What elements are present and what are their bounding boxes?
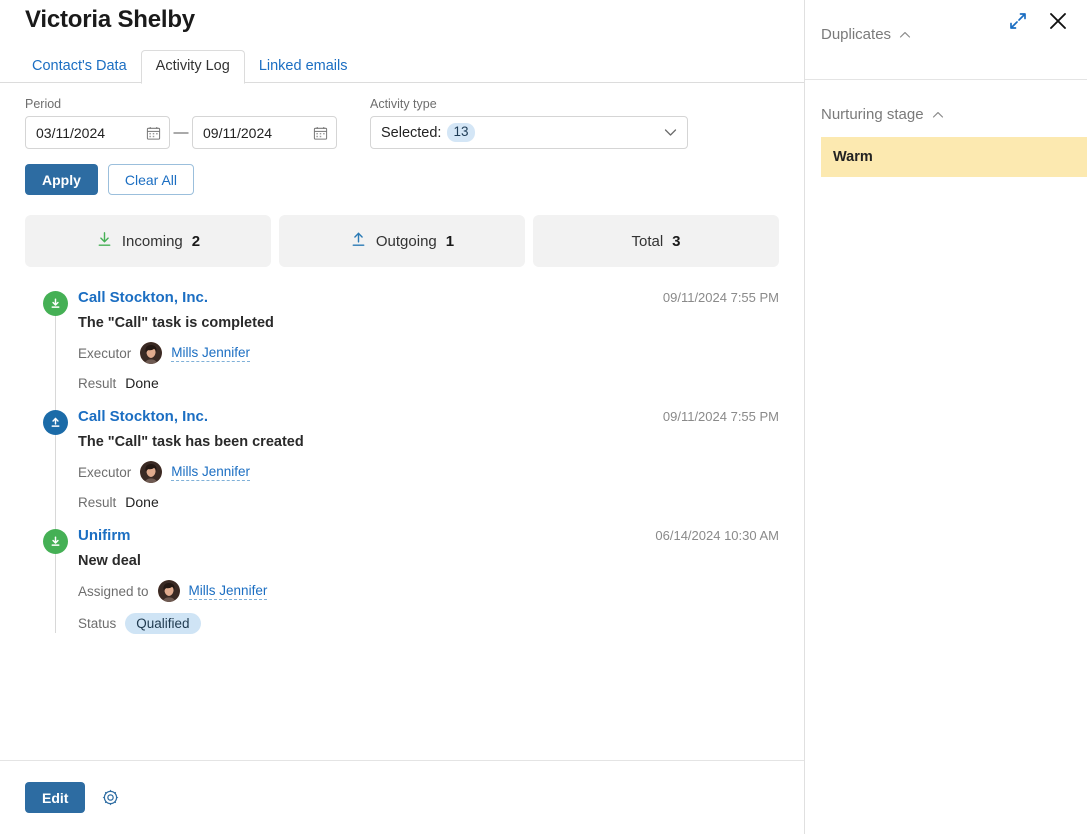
entry-detail-row: Status Qualified (78, 613, 779, 634)
entry-person-row: Assigned to Mills Jennifer (78, 580, 779, 602)
sidebar-section-nurturing-stage: Nurturing stage Warm (805, 79, 1087, 177)
stat-label-total: Total (631, 232, 664, 250)
stat-label-outgoing: Outgoing (375, 232, 437, 250)
chevron-up-icon[interactable] (932, 106, 944, 123)
entry-detail-value: Done (125, 375, 159, 391)
download-arrow-icon (96, 231, 113, 252)
entry-person-label: Assigned to (78, 583, 149, 599)
status-badge: Qualified (125, 613, 201, 634)
date-to-input[interactable] (203, 124, 306, 141)
timeline-entry: Unifirm 06/14/2024 10:30 AM New deal Ass… (25, 527, 779, 651)
filter-row: Period 03/11/2024 — 09/11/2024 Activity … (25, 97, 779, 149)
tab-contacts-data[interactable]: Contact's Data (18, 51, 141, 83)
window-controls (1005, 8, 1071, 34)
entry-detail-label: Result (78, 375, 117, 391)
period-inputs: — (25, 116, 370, 149)
entry-timestamp: 06/14/2024 10:30 AM (655, 528, 779, 543)
date-from-box[interactable] (25, 116, 170, 149)
activity-type-count: 13 (447, 123, 475, 142)
filter-buttons: Apply Clear All (25, 164, 779, 195)
tab-bar: Contact's Data Activity Log Linked email… (0, 46, 804, 84)
tab-linked-emails[interactable]: Linked emails (245, 51, 362, 83)
chevron-up-icon[interactable] (899, 26, 911, 43)
stat-value-total: 3 (672, 232, 681, 250)
filters-area: Period 03/11/2024 — 09/11/2024 Activity … (0, 83, 804, 195)
calendar-icon[interactable] (313, 125, 328, 140)
entry-person-label: Executor (78, 345, 132, 361)
date-from-input[interactable] (36, 124, 139, 141)
entry-header: Unifirm 06/14/2024 10:30 AM (78, 527, 779, 544)
entry-detail-label: Result (78, 494, 117, 510)
activity-type-value: Selected: 13 (381, 123, 475, 142)
period-label: Period (25, 97, 62, 111)
activity-type-label: Activity type (370, 97, 437, 111)
activity-timeline: Call Stockton, Inc. 09/11/2024 7:55 PM T… (0, 289, 804, 651)
entry-person-link[interactable]: Mills Jennifer (171, 345, 251, 362)
clear-all-button[interactable]: Clear All (107, 164, 195, 195)
right-sidebar: Duplicates Nurturing stage Warm (805, 0, 1087, 834)
entry-person-row: Executor Mills Jennifer (78, 342, 779, 364)
avatar (140, 342, 163, 364)
entry-person-link[interactable]: Mills Jennifer (188, 583, 268, 600)
close-icon[interactable] (1045, 8, 1071, 34)
calendar-icon[interactable] (146, 125, 161, 140)
entry-header: Call Stockton, Inc. 09/11/2024 7:55 PM (78, 408, 779, 425)
tab-activity-log[interactable]: Activity Log (140, 50, 245, 84)
entry-timestamp: 09/11/2024 7:55 PM (662, 409, 779, 424)
chevron-down-icon[interactable] (664, 124, 677, 142)
nurturing-stage-header[interactable]: Nurturing stage (821, 106, 1087, 123)
main-content: Victoria Shelby Contact's Data Activity … (0, 0, 805, 834)
download-arrow-icon (43, 529, 68, 554)
entry-timestamp: 09/11/2024 7:55 PM (662, 290, 779, 305)
entry-person-label: Executor (78, 464, 132, 480)
edit-button[interactable]: Edit (25, 782, 86, 813)
entry-title-link[interactable]: Call Stockton, Inc. (78, 289, 208, 306)
entry-detail-label: Status (78, 616, 117, 631)
entry-header: Call Stockton, Inc. 09/11/2024 7:55 PM (78, 289, 779, 306)
entry-person-link[interactable]: Mills Jennifer (171, 464, 251, 481)
upload-arrow-icon (350, 231, 367, 252)
contact-detail-panel: Victoria Shelby Contact's Data Activity … (0, 0, 1087, 834)
avatar (140, 461, 163, 483)
apply-button[interactable]: Apply (25, 164, 98, 195)
nurturing-stage-title: Nurturing stage (821, 106, 924, 123)
entry-person-row: Executor Mills Jennifer (78, 461, 779, 483)
activity-summary-tabs: Incoming 2 Outgoing 1 Total 3 (0, 195, 804, 267)
activity-type-select[interactable]: Selected: 13 (370, 116, 688, 149)
avatar (157, 580, 180, 602)
period-filter: Period 03/11/2024 — 09/11/2024 (25, 97, 370, 149)
entry-title-link[interactable]: Call Stockton, Inc. (78, 408, 208, 425)
nurturing-stage-value[interactable]: Warm (821, 137, 1087, 177)
page-title: Victoria Shelby (25, 6, 195, 33)
timeline-entry: Call Stockton, Inc. 09/11/2024 7:55 PM T… (25, 289, 779, 408)
download-arrow-icon (43, 291, 68, 316)
date-to-box[interactable] (192, 116, 337, 149)
stat-tab-incoming[interactable]: Incoming 2 (25, 215, 271, 267)
gear-icon[interactable] (97, 785, 123, 811)
entry-subtitle: The "Call" task has been created (78, 434, 304, 450)
timeline-entry: Call Stockton, Inc. 09/11/2024 7:55 PM T… (25, 408, 779, 527)
activity-log-content: Period 03/11/2024 — 09/11/2024 Activity … (0, 83, 804, 760)
stat-value-incoming: 2 (191, 232, 201, 250)
entry-subtitle: The "Call" task is completed (78, 315, 274, 331)
expand-diagonal-icon[interactable] (1005, 8, 1031, 34)
entry-detail-value: Done (125, 494, 159, 510)
stat-tab-total[interactable]: Total 3 (533, 215, 779, 267)
stat-tab-outgoing[interactable]: Outgoing 1 (279, 215, 525, 267)
entry-subtitle: New deal (78, 553, 141, 569)
entry-detail-row: Result Done (78, 375, 779, 391)
activity-type-prefix: Selected: (381, 124, 442, 141)
title-bar: Victoria Shelby (0, 0, 804, 46)
entry-title-link[interactable]: Unifirm (78, 527, 131, 544)
entry-detail-row: Result Done (78, 494, 779, 510)
footer-bar: Edit (0, 760, 804, 834)
stat-label-incoming: Incoming (121, 232, 183, 250)
date-range-separator: — (173, 124, 189, 141)
stat-value-outgoing: 1 (445, 232, 455, 250)
duplicates-title: Duplicates (821, 26, 892, 43)
upload-arrow-icon (43, 410, 68, 435)
activity-type-filter: Activity type Selected: 13 (370, 97, 688, 149)
